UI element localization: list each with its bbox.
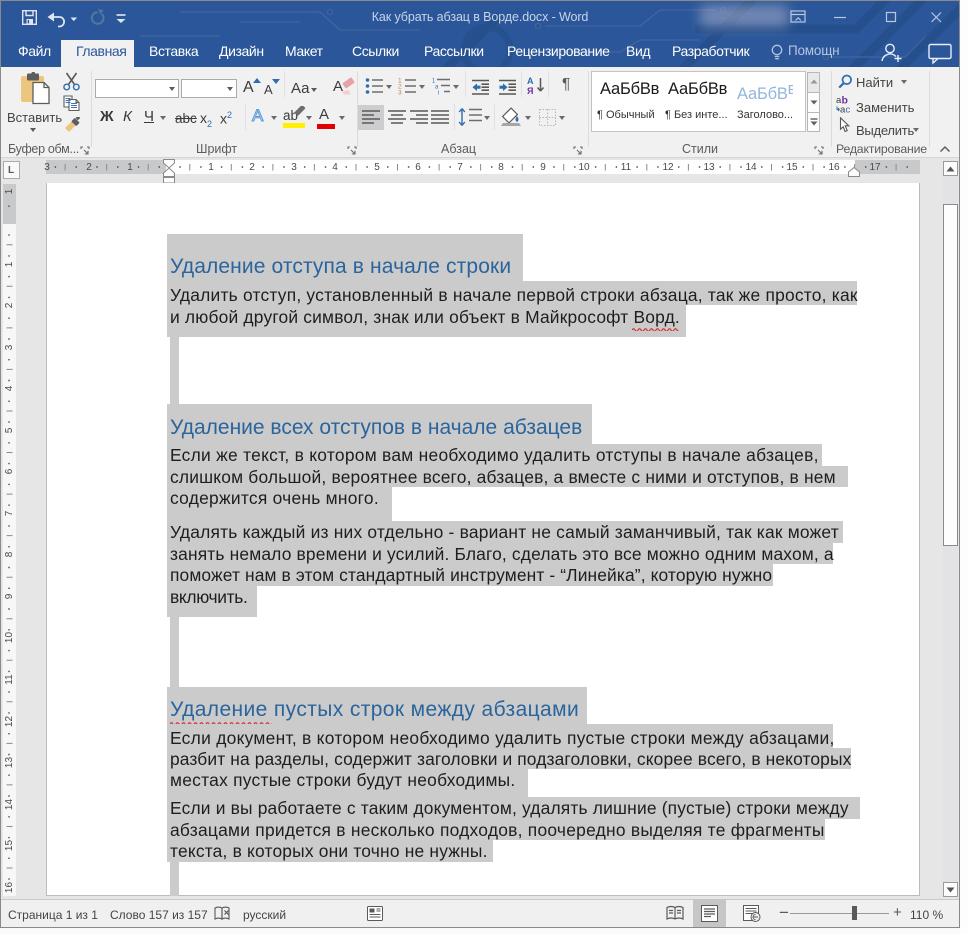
svg-text:А: А — [527, 76, 534, 86]
svg-text:3: 3 — [398, 90, 402, 96]
svg-text:c: c — [846, 105, 851, 115]
svg-text:А: А — [333, 78, 343, 95]
svg-text:Я: Я — [527, 86, 533, 96]
svg-text:i: i — [438, 91, 439, 96]
svg-text:ab: ab — [283, 108, 298, 123]
